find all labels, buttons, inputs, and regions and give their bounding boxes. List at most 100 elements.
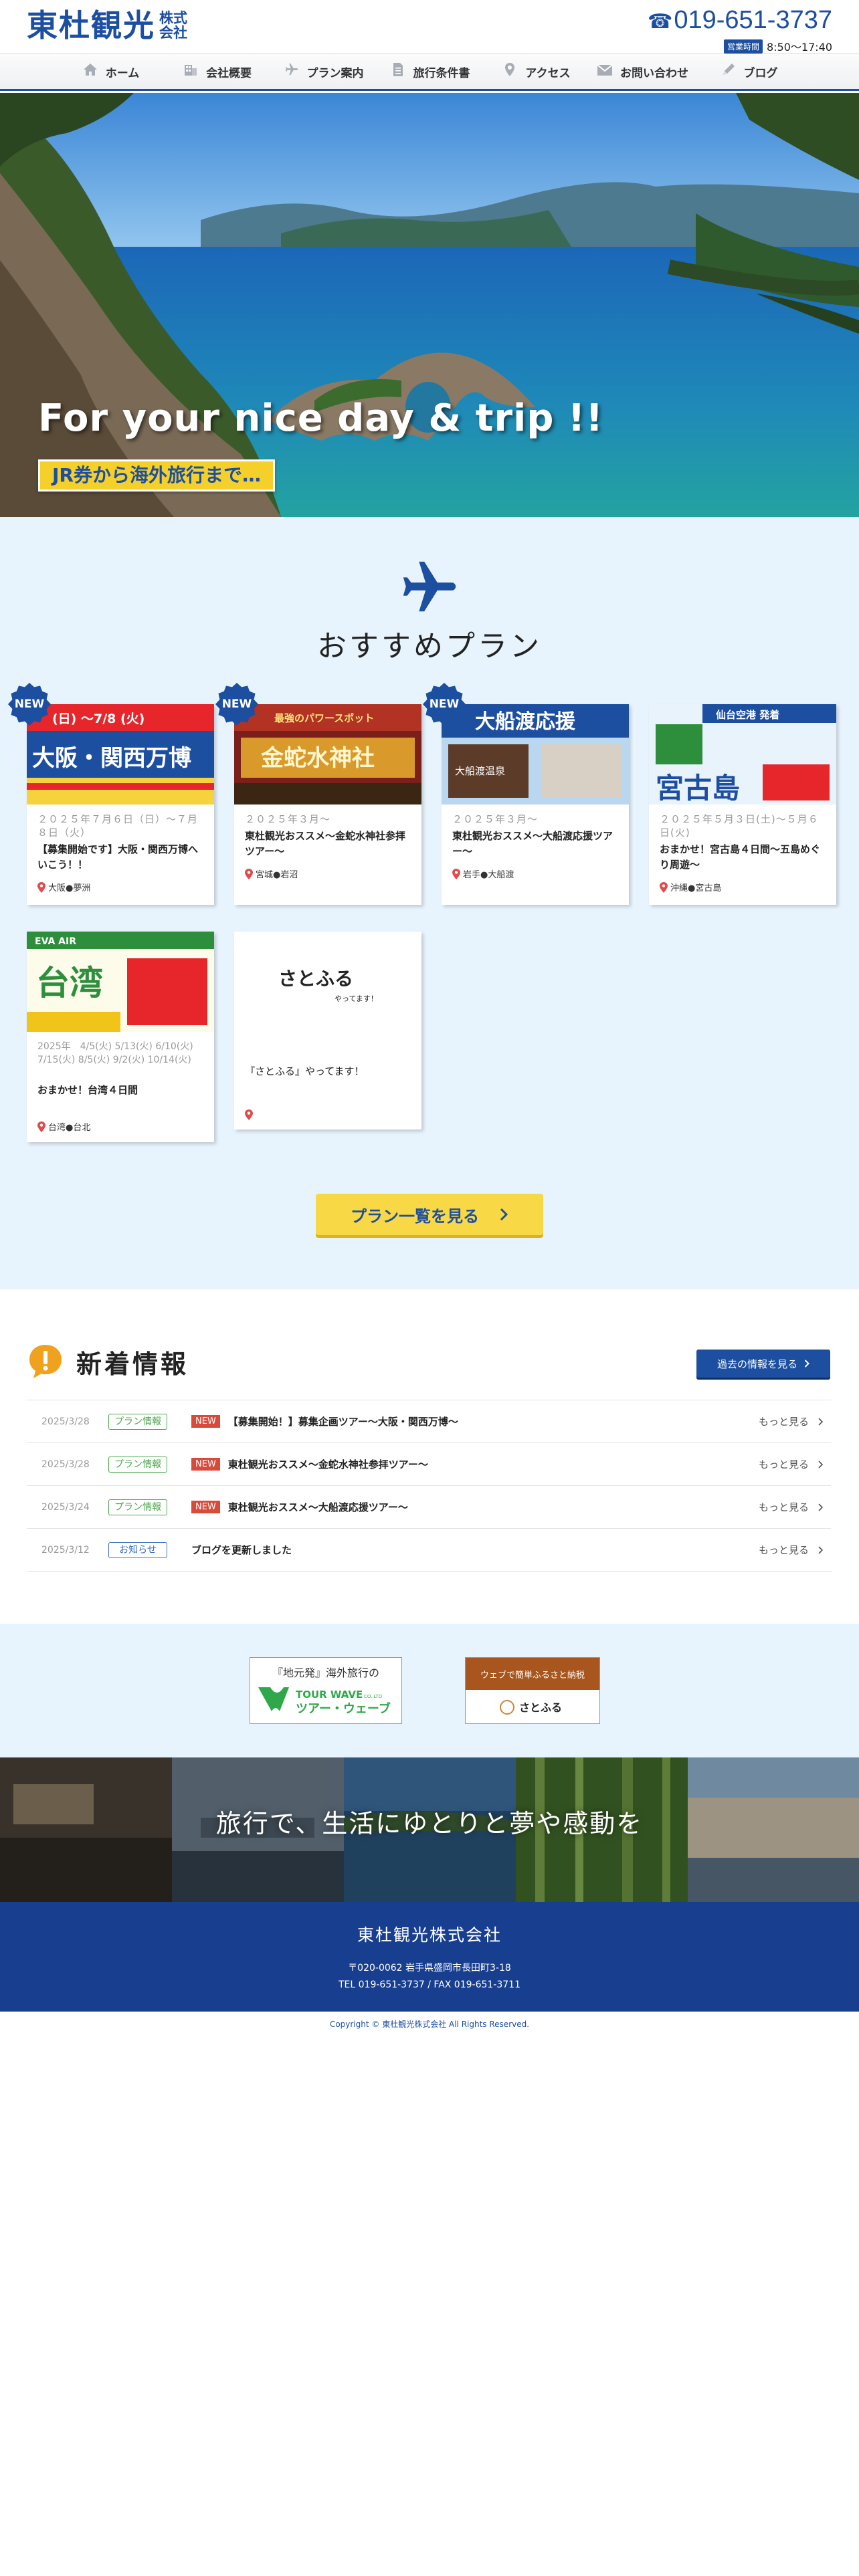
plan-image-caption: EVA AIR bbox=[35, 936, 76, 947]
document-icon bbox=[389, 62, 407, 81]
nav-item-home[interactable]: ホーム bbox=[58, 54, 164, 89]
plan-title: おまかせ！宮古島４日間～五島めぐり周遊～ bbox=[660, 843, 821, 871]
map-pin-icon bbox=[660, 881, 668, 893]
plan-location: 宮城●岩沼 bbox=[245, 867, 298, 880]
plan-image-title: 宮古島 bbox=[656, 772, 740, 804]
news-text: 東杜観光おススメ～金蛇水神社参拝ツアー～ bbox=[227, 1459, 428, 1471]
chevron-right-icon bbox=[804, 1360, 809, 1368]
news-more-link[interactable]: もっと見る bbox=[759, 1414, 823, 1428]
tour-wave-banner[interactable]: 『地元発』海外旅行の TOUR WAVE CO.,LTD ツアー・ウェーブ bbox=[250, 1657, 402, 1724]
mail-icon bbox=[596, 64, 613, 80]
satofuru-banner[interactable]: ウェブで簡単ふるさと納税 さとふる bbox=[465, 1657, 600, 1724]
nav-item-plans[interactable]: プラン案内 bbox=[270, 54, 377, 89]
hero-banner: For your nice day & trip !! JR券から海外旅行まで… bbox=[0, 93, 859, 517]
plan-location-text: 宮城●岩沼 bbox=[256, 870, 298, 880]
news-item[interactable]: 2025/3/12 お知らせ ブログを更新しました もっと見る bbox=[27, 1529, 831, 1572]
footer-tel: TEL 019-651-3737 / FAX 019-651-3711 bbox=[338, 1979, 520, 1990]
plan-image-title: 台湾 bbox=[36, 964, 103, 1002]
new-badge: NEW bbox=[191, 1501, 220, 1513]
home-icon bbox=[82, 63, 99, 80]
news-date: 2025/3/24 bbox=[41, 1501, 90, 1513]
photo-strip: 旅行で、生活にゆとりと夢や感動を bbox=[0, 1757, 859, 1902]
plan-card[interactable]: 仙台空港 発着 宮古島 ２０２５年５月３日(土)～５月６日(火) おまかせ！宮古島… bbox=[649, 704, 836, 905]
building-icon bbox=[182, 63, 199, 80]
plan-card[interactable]: (日) ～7/8 (火) 大阪・関西万博 ２０２５年７月６日（日）～７月８日（火）… bbox=[27, 704, 214, 905]
plan-card-image: 仙台空港 発着 宮古島 bbox=[649, 704, 836, 804]
chevron-right-icon bbox=[818, 1503, 823, 1511]
strip-tagline: 旅行で、生活にゆとりと夢や感動を bbox=[215, 1809, 644, 1838]
plan-date: ２０２５年３月～ bbox=[452, 813, 539, 825]
chevron-right-icon bbox=[818, 1460, 823, 1469]
news-more-link[interactable]: もっと見る bbox=[759, 1457, 823, 1471]
plan-card[interactable]: EVA AIR 台湾 2025年 4/5(火) 5/13(火) 6/10(火) 7… bbox=[27, 932, 214, 1142]
logo-main-text: 東杜観光 bbox=[27, 7, 155, 43]
tour-wave-en: TOUR WAVE bbox=[296, 1689, 363, 1701]
news-date: 2025/3/28 bbox=[41, 1459, 90, 1470]
plan-image-title: 大船渡応援 bbox=[475, 710, 576, 734]
plan-card[interactable]: 最強のパワースポット 金蛇水神社 ２０２５年３月～ 東杜観光おススメ～金蛇水神社参… bbox=[234, 704, 421, 905]
site-header: 東杜観光 株式会社 ☎019-651-3737 営業時間 8:50～17:40 bbox=[0, 0, 859, 53]
news-item[interactable]: 2025/3/28 プラン情報 NEW 東杜観光おススメ～金蛇水神社参拝ツアー～… bbox=[27, 1443, 831, 1486]
nav-label: ホーム bbox=[105, 66, 140, 80]
news-category: プラン情報 bbox=[108, 1499, 167, 1515]
nav-item-contact[interactable]: お問い合わせ bbox=[589, 54, 696, 89]
news-category: お知らせ bbox=[108, 1541, 167, 1558]
chevron-right-icon bbox=[818, 1417, 823, 1426]
news-item[interactable]: 2025/3/28 プラン情報 NEW 【募集開始！】募集企画ツアー～大阪・関西… bbox=[27, 1400, 831, 1443]
logo-sub-text: 株式会社 bbox=[159, 9, 187, 41]
news-text: 東杜観光おススメ～大船渡応援ツアー～ bbox=[227, 1501, 408, 1513]
recommended-plans-section: おすすめプラン (日) ～7/8 (火) 大阪・関西万博 ２０２５年７月６日（日）… bbox=[0, 517, 859, 1289]
plan-location: 沖縄●宮古島 bbox=[660, 881, 721, 893]
phone-number: 019-651-3737 bbox=[674, 6, 832, 34]
business-hours: 営業時間 8:50～17:40 bbox=[648, 38, 832, 54]
plan-image-caption: 最強のパワースポット bbox=[274, 712, 374, 724]
nav-item-blog[interactable]: ブログ bbox=[696, 54, 802, 89]
news-category: プラン情報 bbox=[108, 1456, 167, 1473]
pencil-icon bbox=[720, 62, 737, 81]
site-logo[interactable]: 東杜観光 株式会社 bbox=[27, 7, 191, 44]
news-more-label: もっと見る bbox=[758, 1544, 809, 1556]
plan-title: 東杜観光おススメ～大船渡応援ツアー～ bbox=[452, 830, 613, 857]
plan-card[interactable]: さとふる やってます！ 『さとふる』やってます！ bbox=[234, 932, 421, 1130]
nav-label: アクセス bbox=[525, 66, 571, 80]
map-pin-icon bbox=[245, 1109, 253, 1120]
partner-banners: 『地元発』海外旅行の TOUR WAVE CO.,LTD ツアー・ウェーブ ウェ… bbox=[0, 1624, 859, 1757]
news-category: プラン情報 bbox=[108, 1413, 167, 1430]
news-more-label: もっと見る bbox=[758, 1416, 809, 1428]
past-news-button[interactable]: 過去の情報を見る bbox=[696, 1350, 830, 1378]
plan-title: おまかせ！台湾４日間 bbox=[37, 1084, 138, 1096]
satofuru-tagline: ウェブで簡単ふるさと納税 bbox=[480, 1670, 585, 1681]
hero-title: For your nice day & trip !! bbox=[38, 397, 603, 440]
hero-coast-image bbox=[0, 93, 859, 517]
plan-title: 東杜観光おススメ～金蛇水神社参拝ツアー～ bbox=[245, 830, 406, 857]
plan-card[interactable]: 大船渡応援 大船渡温泉 ２０２５年３月～ 東杜観光おススメ～大船渡応援ツアー～ 岩… bbox=[442, 704, 629, 905]
nav-label: 旅行条件書 bbox=[413, 66, 470, 80]
plan-image-caption: 大船渡温泉 bbox=[455, 765, 505, 777]
past-news-label: 過去の情報を見る bbox=[717, 1358, 797, 1370]
nav-item-access[interactable]: アクセス bbox=[483, 54, 589, 89]
news-item[interactable]: 2025/3/24 プラン情報 NEW 東杜観光おススメ～大船渡応援ツアー～ も… bbox=[27, 1486, 831, 1529]
news-header: 新着情報 bbox=[27, 1343, 189, 1380]
plan-list-button-label: プラン一覧を見る bbox=[351, 1206, 479, 1226]
header-contact: ☎019-651-3737 営業時間 8:50～17:40 bbox=[648, 7, 832, 54]
plan-list-button[interactable]: プラン一覧を見る bbox=[316, 1194, 543, 1235]
header-phone[interactable]: ☎019-651-3737 bbox=[648, 7, 832, 35]
chevron-right-icon bbox=[818, 1545, 823, 1554]
map-pin-icon bbox=[245, 868, 253, 879]
plan-date: 2025年 4/5(火) 5/13(火) 6/10(火) 7/15(火) 8/5… bbox=[37, 1041, 193, 1065]
plan-location-text: 台湾●台北 bbox=[48, 1123, 91, 1133]
tour-wave-tagline: 『地元発』海外旅行の bbox=[272, 1667, 379, 1679]
news-more-link[interactable]: もっと見る bbox=[759, 1500, 823, 1514]
plan-title: 『さとふる』やってます！ bbox=[245, 1065, 365, 1077]
plan-image-title: さとふる bbox=[278, 968, 353, 990]
nav-item-company[interactable]: 会社概要 bbox=[164, 54, 270, 89]
nav-label: プラン案内 bbox=[306, 66, 364, 80]
plan-image-caption: (日) ～7/8 (火) bbox=[52, 712, 145, 726]
news-more-label: もっと見る bbox=[758, 1501, 809, 1513]
news-more-link[interactable]: もっと見る bbox=[759, 1543, 823, 1557]
plan-location: 台湾●台北 bbox=[37, 1120, 90, 1133]
nav-item-terms[interactable]: 旅行条件書 bbox=[377, 54, 483, 89]
chevron-right-icon bbox=[500, 1208, 508, 1221]
news-date: 2025/3/12 bbox=[41, 1544, 90, 1555]
news-list: 2025/3/28 プラン情報 NEW 【募集開始！】募集企画ツアー～大阪・関西… bbox=[27, 1400, 831, 1572]
